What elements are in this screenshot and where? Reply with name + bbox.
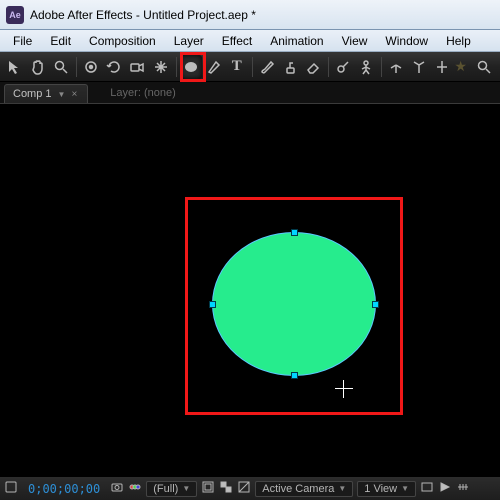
orbit-tool[interactable] [80,55,102,79]
tab-close-icon[interactable]: × [71,89,77,100]
eraser-tool[interactable] [302,55,324,79]
axis-world[interactable] [408,55,430,79]
zoom-tool[interactable] [50,55,72,79]
menu-edit[interactable]: Edit [41,32,80,50]
toolbar-separator [328,57,329,77]
rotation-tool[interactable] [103,55,125,79]
menu-window[interactable]: Window [376,32,437,50]
views-value: 1 View [364,483,397,495]
pen-tool[interactable] [203,55,225,79]
panel-tabs: Comp 1 ▼ × Layer: (none) [0,82,500,104]
menu-view[interactable]: View [333,32,377,50]
composition-viewport[interactable] [0,104,500,476]
axis-view[interactable] [431,55,453,79]
menu-composition[interactable]: Composition [80,32,165,50]
hand-tool[interactable] [27,55,49,79]
toolbar-separator [76,57,77,77]
roto-brush-tool[interactable] [332,55,354,79]
timeline-icon[interactable] [456,480,470,497]
vertex-handle-right[interactable] [372,301,379,308]
layer-breadcrumb-value: (none) [144,87,176,99]
puppet-tool[interactable] [355,55,377,79]
menu-layer[interactable]: Layer [165,32,213,50]
vertex-handle-top[interactable] [291,229,298,236]
tab-label: Comp 1 [13,88,52,100]
app-icon: Ae [6,6,24,24]
fast-previews-icon[interactable] [438,480,452,497]
layer-breadcrumb: Layer: (none) [110,87,175,103]
camera-value: Active Camera [262,483,334,495]
roi-icon[interactable] [201,480,215,497]
ellipse-shape[interactable] [212,232,376,376]
pixel-aspect-icon[interactable] [420,480,434,497]
tab-dropdown-icon[interactable]: ▼ [58,90,66,99]
timecode[interactable]: 0;00;00;00 [28,482,100,496]
layer-breadcrumb-label: Layer: [110,87,141,99]
camera-tool[interactable] [126,55,148,79]
menu-animation[interactable]: Animation [261,32,332,50]
vertex-handle-bottom[interactable] [291,372,298,379]
resolution-value: (Full) [153,483,178,495]
resolution-dropdown[interactable]: (Full) ▼ [146,481,197,497]
menu-file[interactable]: File [4,32,41,50]
axis-local[interactable] [385,55,407,79]
clone-stamp-tool[interactable] [279,55,301,79]
transparency-grid-icon[interactable] [219,480,233,497]
menu-bar: File Edit Composition Layer Effect Anima… [0,30,500,52]
chevron-down-icon: ▼ [182,484,190,493]
toolbar-separator [381,57,382,77]
toolbar-separator [176,57,177,77]
toolbar-separator [252,57,253,77]
chevron-down-icon: ▼ [401,484,409,493]
search-icon[interactable] [473,55,495,79]
favorite-star-icon[interactable]: ★ [454,58,467,75]
vertex-handle-left[interactable] [209,301,216,308]
title-bar: Ae Adobe After Effects - Untitled Projec… [0,0,500,30]
brush-tool[interactable] [256,55,278,79]
menu-effect[interactable]: Effect [213,32,261,50]
chevron-down-icon: ▼ [338,484,346,493]
window-title: Adobe After Effects - Untitled Project.a… [30,8,256,22]
mask-icon[interactable] [237,480,251,497]
shape-layer[interactable] [192,204,396,408]
camera-dropdown[interactable]: Active Camera ▼ [255,481,353,497]
shape-tool[interactable] [180,55,202,79]
tab-comp[interactable]: Comp 1 ▼ × [4,84,88,103]
menu-help[interactable]: Help [437,32,480,50]
selection-tool[interactable] [4,55,26,79]
viewer-footer: 0;00;00;00 (Full) ▼ Active Camera ▼ 1 Vi… [0,476,500,500]
crosshair-cursor-icon [335,380,353,398]
always-preview-icon[interactable] [4,480,18,497]
snapshot-icon[interactable] [110,480,124,497]
text-tool[interactable]: T [226,55,248,79]
toolbar: T ★ [0,52,500,82]
views-dropdown[interactable]: 1 View ▼ [357,481,416,497]
show-snapshot-icon[interactable] [128,480,142,497]
pan-behind-tool[interactable] [149,55,171,79]
